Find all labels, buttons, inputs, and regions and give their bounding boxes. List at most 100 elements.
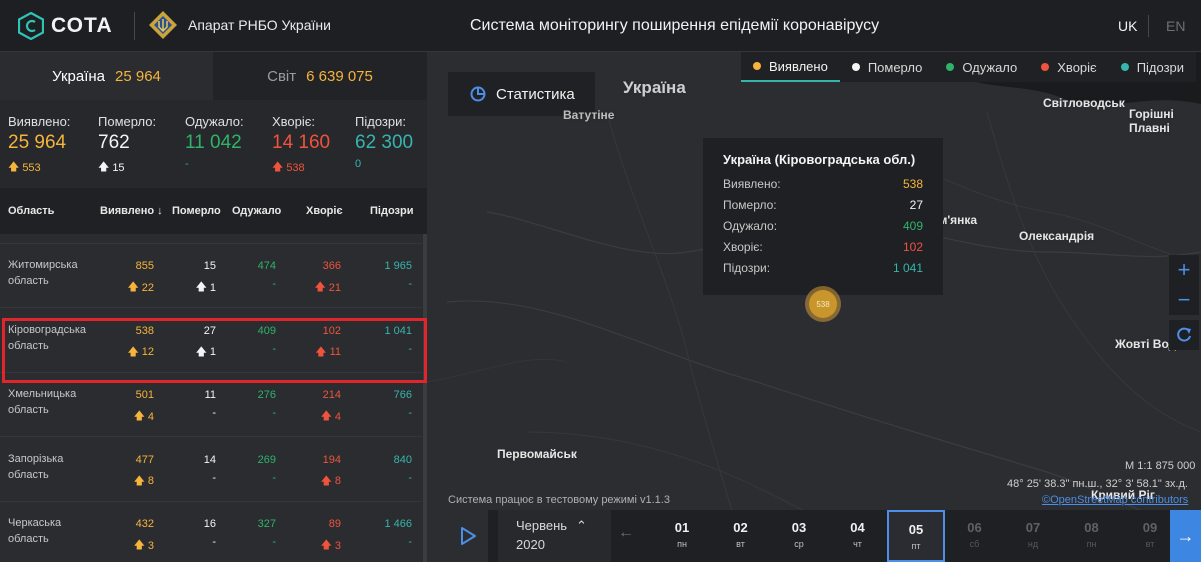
lang-divider [1148,15,1149,37]
column-detected[interactable]: Виявлено ↓ [100,205,163,217]
total-sick-label: Хворіє: [272,114,316,129]
tooltip-row-sick: Хворіє: 102 [723,236,923,257]
tooltip-detected-label: Виявлено: [723,176,781,191]
table-row[interactable]: Запорізька область 477 🡅 8 14-269-194 🡅 8 840- [0,438,422,502]
column-sick[interactable]: Хворіє [306,205,343,217]
day-01[interactable]: 01 пн [653,510,711,562]
refresh-icon [1177,327,1191,342]
cell-recovered: 269 [257,453,276,466]
total-recovered: Одужало: 11 042 - [185,114,244,170]
legend-died[interactable]: Померло [840,52,935,82]
column-suspected[interactable]: Підозри [370,205,413,217]
legend-sick[interactable]: Хворіє [1029,52,1108,82]
plus-icon: + [1177,257,1191,282]
total-suspected-label: Підозри: [355,114,406,129]
cell-recovered: 474 [257,260,276,272]
rnbo-emblem-icon [149,11,177,39]
legend-suspected[interactable]: Підозри [1109,52,1196,82]
teal-dot-icon [1120,63,1129,71]
day-number: 06 [967,520,982,535]
cell-detected: 432 [135,518,154,530]
lang-en-button[interactable]: EN [1166,18,1185,34]
total-suspected-delta: 0 [355,158,362,170]
tab-ukraine[interactable]: Україна 25 964 [0,52,213,100]
tooltip-sick-label: Хворіє: [723,239,763,254]
day-number: 04 [850,520,865,535]
pie-chart-icon [470,86,486,102]
day-number: 02 [733,520,748,535]
cell-died-delta: 🡅 1 [196,278,216,297]
cell-sick: 89 [328,518,341,530]
delta-value: - [408,407,412,419]
table-row[interactable]: Черкаська область 432 🡅 3 16-327-89 🡅 3 1 466- [0,502,422,562]
region-marker-label: 538 [816,299,830,309]
day-05[interactable]: 05 пт [887,510,945,562]
reset-view-button[interactable] [1169,320,1199,350]
cell-sick-delta: 🡅 8 [321,472,341,491]
tab-world[interactable]: Світ 6 639 075 [213,52,427,100]
zoom-in-button[interactable]: + [1169,255,1199,285]
day-03[interactable]: 03 ср [770,510,828,562]
column-recovered[interactable]: Одужало [232,205,281,217]
cell-sick-delta: 🡅 21 [314,278,341,297]
osm-attribution-link[interactable]: ©OpenStreetMap contributors [1042,494,1188,506]
day-08[interactable]: 08 пн [1063,510,1121,562]
cell-died: 15 [203,260,216,272]
cell-detected-delta: 🡅 4 [134,407,154,426]
cell-recovered-delta: - [272,536,276,548]
delta-value: 22 [141,281,154,294]
lang-uk-button[interactable]: UK [1118,18,1137,34]
cell-recovered-delta: - [272,278,276,290]
arrow-up-icon: 🡅 [127,281,139,293]
cell-died-delta: - [212,472,216,484]
play-button[interactable] [448,510,488,562]
region-marker[interactable]: 538 [805,286,841,322]
delta-value: - [272,471,276,484]
delta-value: 1 [209,281,216,294]
cota-logo-icon [18,12,44,40]
highlight-frame [2,318,427,383]
day-number: 05 [908,522,924,537]
day-04[interactable]: 04 чт [829,510,887,562]
tab-ukraine-label: Україна [52,67,105,85]
month-label: Червень [516,518,568,533]
day-07[interactable]: 07 нд [1004,510,1062,562]
cell-detected: 855 [135,260,154,272]
day-02[interactable]: 02 вт [712,510,770,562]
arrow-up-icon: 🡅 [314,281,326,293]
cell-sick: 214 [322,389,341,401]
total-suspected: Підозри: 62 300 0 [355,114,413,170]
org-name: Апарат РНБО України [188,17,331,33]
day-06[interactable]: 06 сб [946,510,1004,562]
day-number: 03 [791,520,807,535]
cell-died: 14 [203,453,216,466]
day-number: 08 [1084,520,1099,535]
legend-suspected-label: Підозри [1136,59,1185,75]
column-region[interactable]: Область [8,205,54,217]
cell-suspected-delta: - [408,472,412,484]
cell-detected-delta: 🡅 8 [134,472,154,491]
table-row[interactable]: Житомирська область 855 🡅 22 15 🡅 1 474-366 🡅 21 1… [0,244,422,308]
prev-day-arrow-icon[interactable]: ← [618,524,634,542]
month-selector[interactable]: Червень ⌃ 2020 [498,510,611,562]
zoom-out-button[interactable]: − [1169,285,1199,315]
next-day-button[interactable]: → [1170,510,1201,562]
day-weekday: сб [969,539,980,549]
map-view[interactable]: Статистика Виявлено Померло Одужало Хвор… [427,52,1201,562]
org-link[interactable]: Апарат РНБО України [148,10,331,40]
tooltip-suspected-label: Підозри: [723,260,771,275]
arrow-up-icon: 🡅 [133,474,145,487]
cell-died: 11 [204,389,216,401]
delta-value: - [212,536,216,548]
total-died: Померло: 762 🡅 15 [98,114,156,177]
legend-detected[interactable]: Виявлено [741,52,840,82]
tab-ukraine-value: 25 964 [115,67,161,85]
day-weekday: пн [677,539,687,549]
map-legend: Виявлено Померло Одужало Хворіє Підозри [741,52,1197,82]
cota-logo[interactable]: СОТА [18,12,113,40]
legend-recovered[interactable]: Одужало [934,52,1029,82]
column-died[interactable]: Померло [172,205,221,217]
tooltip-sick-value: 102 [902,239,923,254]
day-weekday: вт [736,539,745,549]
delta-value: 4 [334,410,341,423]
